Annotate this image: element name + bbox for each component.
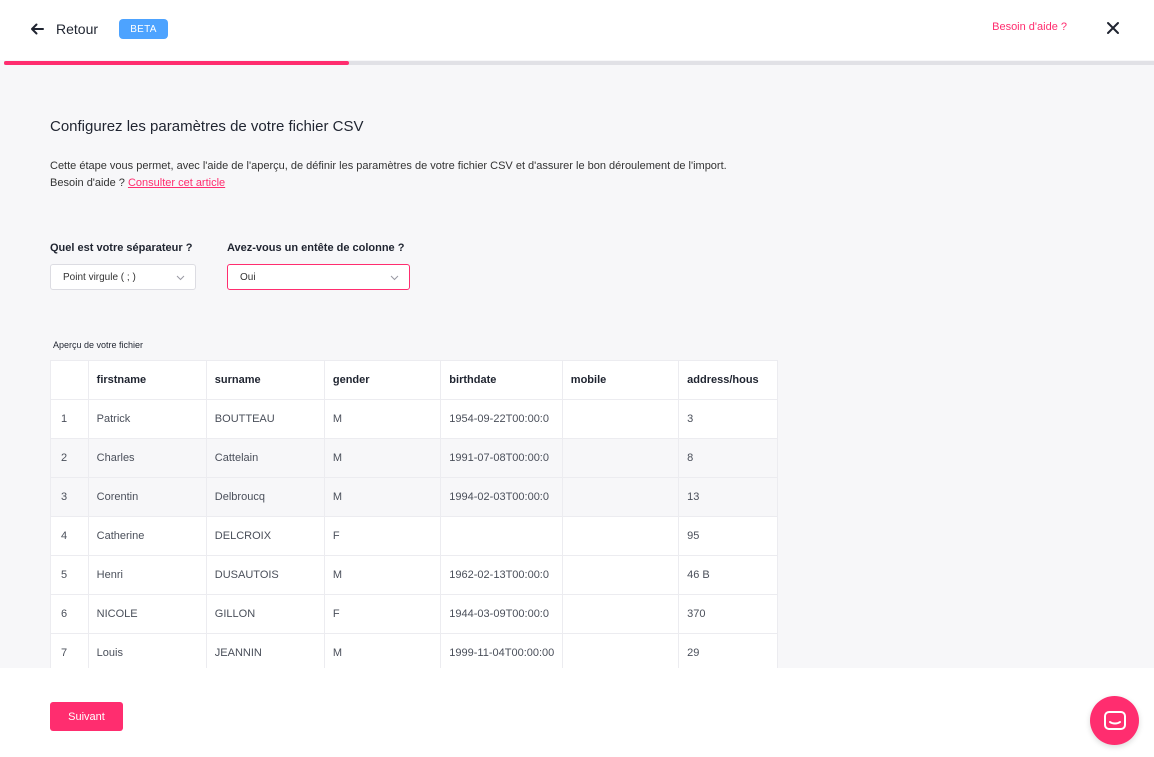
back-button[interactable]: Retour: [30, 18, 98, 40]
header-label: Avez-vous un entête de colonne ?: [227, 242, 405, 254]
chat-icon: [1103, 710, 1126, 730]
table-header-row: firstname surname gender birthdate mobil…: [50, 360, 778, 400]
description: Cette étape vous permet, avec l'aide de …: [50, 158, 727, 192]
table-cell: DELCROIX: [205, 516, 325, 556]
column-header: firstname: [87, 360, 207, 400]
table-cell: 3: [678, 399, 778, 439]
table-cell: Catherine: [87, 516, 207, 556]
table-cell: F: [323, 516, 442, 556]
table-cell: 4: [50, 516, 89, 556]
table-cell: M: [323, 477, 442, 517]
table-cell: 29: [678, 633, 778, 668]
table-cell: [561, 399, 680, 439]
preview-table: firstname surname gender birthdate mobil…: [50, 360, 778, 668]
table-row: 7 Louis JEANNIN M 1999-11-04T00:00:00 29: [50, 633, 778, 668]
separator-label: Quel est votre séparateur ?: [50, 242, 193, 254]
table-cell: [561, 516, 680, 556]
separator-select[interactable]: Point virgule ( ; ): [50, 264, 196, 290]
table-row: 2 Charles Cattelain M 1991-07-08T00:00:0…: [50, 438, 778, 478]
table-cell: 13: [678, 477, 778, 517]
table-cell: 1954-09-22T00:00:0: [440, 399, 563, 439]
preview-table-container[interactable]: firstname surname gender birthdate mobil…: [50, 360, 778, 668]
column-header: address/hous: [678, 360, 778, 400]
table-cell: M: [323, 438, 442, 478]
table-cell: 1944-03-09T00:00:0: [440, 594, 563, 634]
description-help: Besoin d'aide ? Consulter cet article: [50, 175, 727, 192]
table-cell: Corentin: [87, 477, 207, 517]
table-cell: [440, 516, 563, 556]
column-header: mobile: [561, 360, 680, 400]
header-select[interactable]: Oui: [227, 264, 410, 290]
chevron-down-icon: [176, 275, 185, 281]
table-cell: BOUTTEAU: [205, 399, 325, 439]
column-header: surname: [205, 360, 325, 400]
article-link[interactable]: Consulter cet article: [128, 177, 225, 189]
preview-label: Aperçu de votre fichier: [53, 340, 144, 350]
table-cell: 1962-02-13T00:00:0: [440, 555, 563, 595]
beta-badge: BETA: [119, 19, 168, 39]
table-cell: GILLON: [205, 594, 325, 634]
header-value: Oui: [240, 271, 256, 283]
table-cell: Delbroucq: [205, 477, 325, 517]
description-help-prefix: Besoin d'aide ?: [50, 177, 125, 189]
description-text: Cette étape vous permet, avec l'aide de …: [50, 160, 727, 172]
table-cell: 95: [678, 516, 778, 556]
table-cell: 1991-07-08T00:00:0: [440, 438, 563, 478]
table-cell: M: [323, 399, 442, 439]
table-cell: [561, 555, 680, 595]
footer-bar: [0, 668, 1154, 757]
back-label: Retour: [56, 21, 99, 37]
close-icon[interactable]: [1104, 19, 1122, 37]
table-row: 4 Catherine DELCROIX F 95: [50, 516, 778, 556]
chevron-down-icon: [390, 275, 399, 281]
table-cell: M: [323, 555, 442, 595]
table-cell: 5: [50, 555, 89, 595]
table-cell: 46 B: [678, 555, 778, 595]
table-cell: [561, 594, 680, 634]
table-cell: [561, 633, 680, 668]
table-cell: Charles: [87, 438, 207, 478]
table-cell: 7: [50, 633, 89, 668]
table-cell: NICOLE: [87, 594, 207, 634]
arrow-left-icon: [31, 23, 44, 35]
next-button[interactable]: Suivant: [50, 702, 123, 731]
table-row: 5 Henri DUSAUTOIS M 1962-02-13T00:00:0 4…: [50, 555, 778, 595]
table-cell: [561, 438, 680, 478]
top-bar: Retour BETA Besoin d'aide ?: [0, 0, 1154, 60]
table-cell: F: [323, 594, 442, 634]
table-row: 1 Patrick BOUTTEAU M 1954-09-22T00:00:0 …: [50, 399, 778, 439]
table-cell: 370: [678, 594, 778, 634]
table-cell: 1: [50, 399, 89, 439]
column-header: gender: [323, 360, 442, 400]
table-cell: 2: [50, 438, 89, 478]
table-cell: M: [323, 633, 442, 668]
table-cell: Louis: [87, 633, 207, 668]
table-cell: 1999-11-04T00:00:00: [440, 633, 563, 668]
table-cell: 8: [678, 438, 778, 478]
help-link[interactable]: Besoin d'aide ?: [992, 21, 1067, 33]
table-cell: DUSAUTOIS: [205, 555, 325, 595]
table-cell: 1994-02-03T00:00:0: [440, 477, 563, 517]
table-row: 3 Corentin Delbroucq M 1994-02-03T00:00:…: [50, 477, 778, 517]
table-cell: Henri: [87, 555, 207, 595]
table-cell: [561, 477, 680, 517]
separator-value: Point virgule ( ; ): [63, 271, 136, 283]
chat-button[interactable]: [1090, 696, 1139, 745]
column-header-index: [50, 360, 89, 400]
table-row: 6 NICOLE GILLON F 1944-03-09T00:00:0 370: [50, 594, 778, 634]
column-header: birthdate: [440, 360, 563, 400]
progress-bar: [4, 61, 1154, 65]
table-cell: JEANNIN: [205, 633, 325, 668]
table-cell: Cattelain: [205, 438, 325, 478]
table-cell: 6: [50, 594, 89, 634]
table-cell: Patrick: [87, 399, 207, 439]
page-title: Configurez les paramètres de votre fichi…: [50, 118, 364, 135]
progress-fill: [4, 61, 349, 65]
table-cell: 3: [50, 477, 89, 517]
